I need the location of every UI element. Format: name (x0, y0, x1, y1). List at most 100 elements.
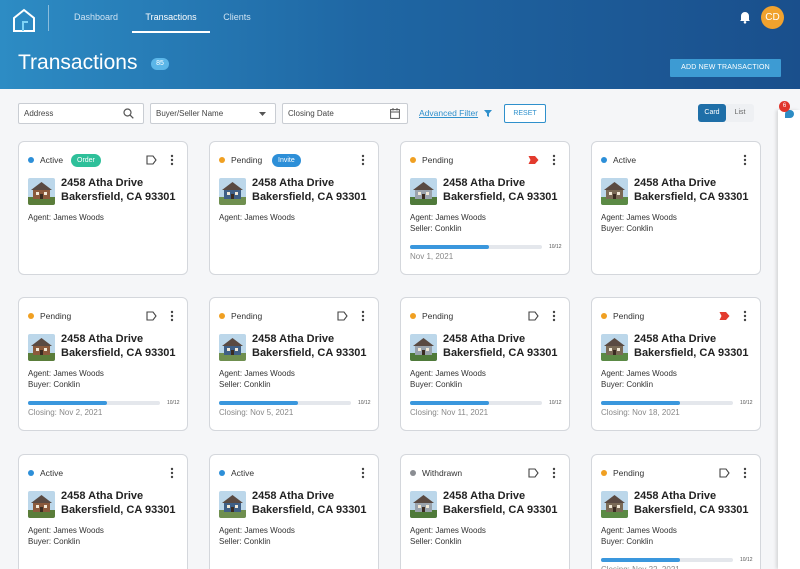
status-label: Active (40, 155, 64, 165)
buyer-seller-select[interactable]: Buyer/Seller Name (150, 103, 276, 124)
transaction-card[interactable]: Pending 2458 Atha Drive Bakersfield, CA 9… (591, 454, 761, 569)
closing-date: Closing: Nov 5, 2021 (219, 408, 294, 417)
more-options-icon[interactable] (360, 310, 366, 322)
tag-icon[interactable] (528, 311, 539, 321)
status-dot (219, 470, 225, 476)
client-name: Buyer: Conklin (28, 537, 81, 546)
address-placeholder: Address (24, 109, 54, 118)
property-address: 2458 Atha Drive Bakersfield, CA 93301 (443, 333, 558, 360)
order-badge[interactable]: Order (71, 154, 101, 167)
flag-icon[interactable] (528, 155, 539, 165)
address-line-2: Bakersfield, CA 93301 (634, 503, 749, 516)
address-line-1: 2458 Atha Drive (61, 177, 144, 189)
transaction-card[interactable]: Active 2458 Atha Drive Bakersfield, CA 93… (18, 454, 188, 569)
list-view-toggle[interactable]: List (726, 104, 754, 122)
transaction-card[interactable]: Active 2458 Atha Drive Bakersfield, CA 93… (209, 454, 379, 569)
user-avatar[interactable]: CD (761, 6, 784, 29)
status-dot (410, 157, 416, 163)
property-photo (410, 178, 437, 205)
calendar-icon[interactable] (390, 108, 400, 119)
property-photo (28, 334, 55, 361)
invite-badge[interactable]: Invite (272, 154, 301, 167)
transaction-card[interactable]: Pending 2458 Atha Drive Bakersfield, CA 9… (209, 297, 379, 431)
status-label: Pending (231, 155, 263, 165)
more-options-icon[interactable] (551, 154, 557, 166)
more-options-icon[interactable] (742, 154, 748, 166)
card-view-toggle[interactable]: Card (698, 104, 726, 122)
nav-tab-dashboard[interactable]: Dashboard (62, 0, 130, 33)
transaction-card[interactable]: Pending Invite 2458 Atha Drive Bakersfield… (209, 141, 379, 275)
more-options-icon[interactable] (169, 467, 175, 479)
transaction-card[interactable]: Pending 2458 Atha Drive Bakersfield, CA 9… (18, 297, 188, 431)
property-photo (28, 178, 55, 205)
tag-icon[interactable] (146, 155, 157, 165)
progress-fill (28, 401, 108, 405)
progress-fill (601, 558, 681, 562)
top-header: Dashboard Transactions Clients CD Transa… (0, 0, 800, 89)
progress-bar (219, 401, 351, 405)
status-dot (410, 313, 416, 319)
notification-count-badge[interactable]: 6 (779, 101, 790, 112)
address-line-2: Bakersfield, CA 93301 (61, 346, 176, 359)
transaction-card[interactable]: Pending 2458 Atha Drive Bakersfield, CA 9… (400, 141, 570, 275)
tag-icon[interactable] (528, 468, 539, 478)
property-photo (219, 491, 246, 518)
search-icon[interactable] (123, 108, 134, 119)
closing-date: Nov 1, 2021 (410, 252, 454, 261)
more-options-icon[interactable] (360, 467, 366, 479)
agent-name: Agent: James Woods (410, 369, 486, 378)
more-options-icon[interactable] (169, 154, 175, 166)
progress-fill (219, 401, 299, 405)
transaction-card[interactable]: Active 2458 Atha Drive Bakersfield, CA 93… (591, 141, 761, 275)
more-options-icon[interactable] (169, 310, 175, 322)
address-line-1: 2458 Atha Drive (634, 333, 717, 345)
reset-button[interactable]: RESET (504, 104, 546, 123)
more-options-icon[interactable] (360, 154, 366, 166)
transaction-card[interactable]: Pending 2458 Atha Drive Bakersfield, CA 9… (591, 297, 761, 431)
progress-fill (601, 401, 681, 405)
nav-tab-transactions[interactable]: Transactions (132, 0, 210, 33)
agent-name: Agent: James Woods (219, 213, 295, 222)
agent-name: Agent: James Woods (28, 369, 104, 378)
address-search-field[interactable]: Address (18, 103, 144, 124)
address-line-2: Bakersfield, CA 93301 (252, 503, 367, 516)
more-options-icon[interactable] (551, 310, 557, 322)
more-options-icon[interactable] (742, 310, 748, 322)
progress-bar (410, 401, 542, 405)
address-line-2: Bakersfield, CA 93301 (252, 190, 367, 203)
property-address: 2458 Atha Drive Bakersfield, CA 93301 (443, 490, 558, 517)
closing-date-field[interactable]: Closing Date (282, 103, 408, 124)
client-name: Seller: Conklin (410, 224, 462, 233)
tag-icon[interactable] (146, 311, 157, 321)
chevron-down-icon (259, 112, 266, 116)
progress-ratio: 10/12 (167, 400, 180, 406)
closing-date: Closing: Nov 22, 2021 (601, 565, 680, 569)
flag-icon[interactable] (719, 311, 730, 321)
property-address: 2458 Atha Drive Bakersfield, CA 93301 (61, 333, 176, 360)
transaction-card[interactable]: Pending 2458 Atha Drive Bakersfield, CA 9… (400, 297, 570, 431)
bell-icon[interactable] (738, 10, 752, 24)
nav-tab-clients[interactable]: Clients (212, 0, 262, 33)
address-line-1: 2458 Atha Drive (61, 333, 144, 345)
more-options-icon[interactable] (551, 467, 557, 479)
tag-icon[interactable] (337, 311, 348, 321)
advanced-filter-link[interactable]: Advanced Filter (419, 108, 478, 118)
status-label: Active (231, 468, 255, 478)
status-label: Withdrawn (422, 468, 463, 478)
home-logo-icon[interactable] (11, 7, 37, 33)
status-dot (28, 157, 34, 163)
side-chat-panel[interactable] (778, 110, 800, 569)
transaction-card[interactable]: Withdrawn 2458 Atha Drive Bakersfield, CA… (400, 454, 570, 569)
property-photo (410, 334, 437, 361)
tag-icon[interactable] (719, 468, 730, 478)
client-name: Buyer: Conklin (601, 380, 654, 389)
progress-bar (601, 558, 733, 562)
funnel-icon[interactable] (484, 110, 492, 117)
progress-fill (410, 245, 490, 249)
add-new-transaction-button[interactable]: ADD NEW TRANSACTION (670, 59, 781, 77)
client-name: Seller: Conklin (410, 537, 462, 546)
address-line-1: 2458 Atha Drive (252, 177, 335, 189)
more-options-icon[interactable] (742, 467, 748, 479)
agent-name: Agent: James Woods (410, 213, 486, 222)
transaction-card[interactable]: Active Order 2458 Atha Drive Bakersfield, … (18, 141, 188, 275)
